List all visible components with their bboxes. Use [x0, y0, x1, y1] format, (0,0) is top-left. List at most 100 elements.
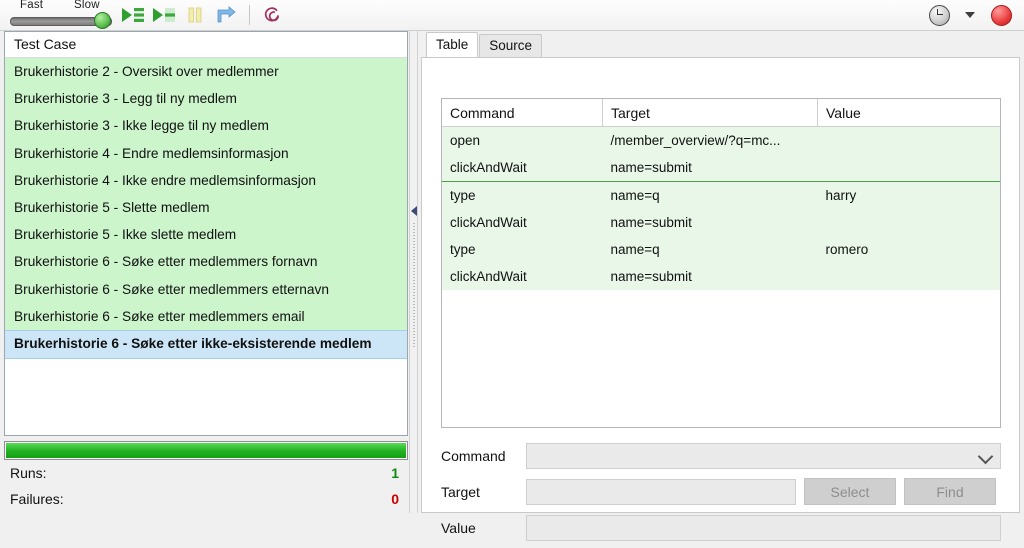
target-cell: name=q [602, 236, 818, 263]
record-button[interactable] [986, 2, 1016, 28]
value-field-label: Value [441, 519, 476, 536]
column-header-value: Value [817, 99, 1000, 127]
target-input[interactable] [526, 478, 796, 505]
pause-icon [188, 7, 202, 23]
test-case-item[interactable]: Brukerhistorie 2 - Oversikt over medlemm… [5, 58, 407, 86]
test-case-item[interactable]: Brukerhistorie 4 - Endre medlemsinformas… [5, 139, 407, 167]
column-header-target: Target [602, 99, 818, 127]
speed-fast-label: Fast [20, 0, 44, 11]
record-button-icon [990, 4, 1012, 26]
command-cell: clickAndWait [442, 263, 603, 290]
command-row[interactable]: clickAndWait name=submit [442, 263, 1000, 290]
runs-stat-row: Runs: 1 [4, 460, 408, 486]
command-cell: clickAndWait [442, 154, 603, 182]
test-case-item[interactable]: Brukerhistorie 5 - Slette medlem [5, 193, 407, 222]
command-cell: type [442, 181, 603, 209]
select-button[interactable]: Select [804, 478, 896, 505]
play-current-icon [153, 8, 175, 22]
speed-slider-knob[interactable] [94, 12, 111, 29]
editor-pane: Command Target Value open/member_overvie… [421, 57, 1020, 541]
command-table: Command Target Value open/member_overvie… [442, 99, 1000, 427]
toolbar-divider [249, 5, 250, 25]
find-button[interactable]: Find [904, 478, 996, 505]
value-cell [817, 263, 1000, 290]
value-cell [817, 126, 1000, 154]
chevron-down-icon [977, 448, 994, 464]
command-row[interactable]: open/member_overview/?q=mc... [442, 126, 1000, 154]
collapse-panel-arrow-icon[interactable] [411, 206, 417, 216]
splitter-line-right [417, 31, 418, 513]
command-field-label: Command [441, 447, 506, 464]
value-cell [817, 209, 1000, 236]
splitter-grip-dots [413, 223, 415, 348]
command-row[interactable]: type name=q harry [442, 181, 1000, 209]
clock-icon [928, 4, 950, 26]
command-table-head: Command Target Value [442, 99, 1000, 127]
command-select[interactable] [526, 442, 1001, 469]
chevron-down-icon [965, 12, 975, 18]
value-cell: harry [817, 181, 1000, 209]
step-icon [217, 6, 236, 23]
selenium-logo-icon [264, 7, 279, 22]
target-cell: name=q [602, 181, 818, 209]
play-entire-suite-button[interactable] [118, 2, 148, 28]
command-row[interactable]: clickAndWait name=submit [442, 154, 1000, 182]
command-row[interactable]: type name=q romero [442, 236, 1000, 263]
toolbar-dropdown-button[interactable] [955, 2, 985, 28]
tab-source[interactable]: Source [479, 34, 543, 57]
target-field-row: Target Select Find [441, 476, 1001, 507]
command-table-body: open/member_overview/?q=mc... clickAndWai… [442, 126, 1000, 427]
command-table-filler [442, 290, 1000, 427]
step-button[interactable] [211, 2, 241, 28]
test-case-item[interactable]: Brukerhistorie 6 - Søke etter medlemmers… [5, 302, 407, 330]
column-header-command: Command [442, 99, 603, 127]
selenium-logo[interactable] [257, 2, 287, 28]
run-progress-bar [4, 441, 408, 460]
value-cell: romero [817, 236, 1000, 263]
pause-button[interactable] [180, 2, 210, 28]
test-case-item[interactable]: Brukerhistorie 3 - Legg til ny medlem [5, 85, 407, 113]
command-editor-panel: Table Source Command Target Value open/me… [421, 31, 1020, 541]
failures-value: 0 [391, 491, 399, 507]
tab-table[interactable]: Table [426, 32, 479, 57]
test-case-item[interactable]: Brukerhistorie 6 - Søke etter medlemmers… [5, 275, 407, 303]
target-field-label: Target [441, 483, 480, 500]
test-case-panel: Test Case Brukerhistorie 2 - Oversikt ov… [4, 31, 408, 513]
test-case-item[interactable]: Brukerhistorie 6 - Søke etter ikke-eksis… [5, 329, 407, 360]
command-cell: type [442, 236, 603, 263]
filler-cell [442, 290, 1000, 427]
runs-label: Runs: [10, 465, 47, 481]
play-current-test-button[interactable] [149, 2, 179, 28]
selenium-ide-window: Fast Slow Test Case Brukerhistorie 2 - O… [0, 0, 1024, 541]
target-cell: /member_overview/?q=mc... [602, 126, 818, 154]
test-case-list-header: Test Case [5, 32, 407, 58]
main-toolbar: Fast Slow [0, 0, 1024, 31]
command-row[interactable]: clickAndWait name=submit [442, 209, 1000, 236]
test-case-list-box: Test Case Brukerhistorie 2 - Oversikt ov… [4, 31, 408, 436]
test-case-list[interactable]: Brukerhistorie 2 - Oversikt over medlemm… [5, 58, 407, 435]
command-cell: clickAndWait [442, 209, 603, 236]
command-edit-form: Command Target Select Find Value [441, 440, 1001, 548]
target-cell: name=submit [602, 154, 818, 182]
editor-tab-bar[interactable]: Table Source [421, 31, 1020, 57]
failures-stat-row: Failures: 0 [4, 486, 408, 512]
value-cell [817, 154, 1000, 182]
test-case-item[interactable]: Brukerhistorie 6 - Søke etter medlemmers… [5, 248, 407, 276]
schedule-button[interactable] [924, 2, 954, 28]
value-input[interactable] [526, 514, 1001, 541]
run-progress-fill [6, 443, 406, 458]
command-cell: open [442, 126, 603, 154]
test-case-item[interactable]: Brukerhistorie 4 - Ikke endre medlemsinf… [5, 166, 407, 194]
test-case-item[interactable]: Brukerhistorie 3 - Ikke legge til ny med… [5, 112, 407, 140]
command-table-container[interactable]: Command Target Value open/member_overvie… [441, 98, 1001, 428]
target-cell: name=submit [602, 263, 818, 290]
speed-slow-label: Slow [74, 0, 100, 11]
splitter-line-mid [409, 31, 410, 513]
command-table-header-row: Command Target Value [442, 99, 1000, 127]
command-field-row: Command [441, 440, 1001, 471]
panel-splitter[interactable] [409, 31, 421, 513]
runs-value: 1 [391, 465, 399, 481]
failures-label: Failures: [10, 491, 64, 507]
execution-speed-slider[interactable]: Fast Slow [6, 0, 118, 30]
test-case-item[interactable]: Brukerhistorie 5 - Ikke slette medlem [5, 221, 407, 249]
